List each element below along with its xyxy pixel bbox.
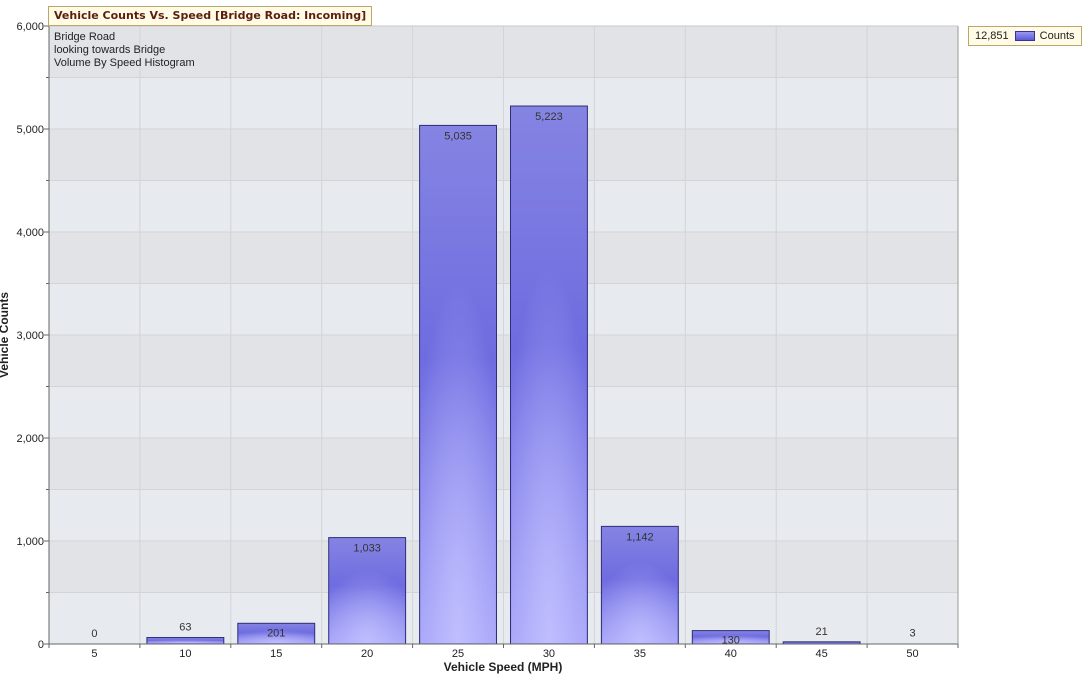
- data-label: 1,142: [626, 531, 654, 543]
- data-label: 21: [816, 626, 828, 638]
- x-tick-label: 30: [543, 648, 555, 660]
- x-tick-label: 40: [725, 648, 737, 660]
- data-label: 3: [909, 628, 915, 640]
- y-tick-label: 1,000: [16, 536, 44, 548]
- x-tick-label: 20: [361, 648, 373, 660]
- x-tick-label: 45: [816, 648, 828, 660]
- data-label: 5,223: [535, 111, 563, 123]
- data-label: 5,035: [444, 130, 472, 142]
- y-tick-label: 3,000: [16, 330, 44, 342]
- x-tick-label: 5: [91, 648, 97, 660]
- x-tick-label: 50: [906, 648, 918, 660]
- x-tick-label: 10: [179, 648, 191, 660]
- y-tick-label: 6,000: [16, 21, 44, 33]
- data-label: 201: [267, 627, 285, 639]
- chart-title: Vehicle Counts Vs. Speed [Bridge Road: I…: [48, 6, 373, 26]
- y-tick-label: 4,000: [16, 227, 44, 239]
- x-tick-label: 25: [452, 648, 464, 660]
- bar-highlight: [420, 126, 496, 643]
- bar-highlight: [147, 638, 223, 643]
- y-axis-title: Vehicle Counts: [0, 292, 11, 378]
- data-label: 0: [91, 628, 97, 640]
- y-tick-label: 5,000: [16, 124, 44, 136]
- x-axis-title: Vehicle Speed (MPH): [444, 660, 563, 674]
- bar-highlight: [511, 107, 587, 643]
- chart: 0 1,000 2,000 3,000 4,000 5,000 6,000 5 10 15 20 25…: [0, 21, 959, 674]
- y-tick-label: 2,000: [16, 433, 44, 445]
- y-tick-label: 0: [38, 639, 44, 651]
- note-line-2: looking towards Bridge: [54, 44, 165, 56]
- note-line-1: Bridge Road: [54, 31, 115, 43]
- x-tick-label: 35: [634, 648, 646, 660]
- legend: 12,851 Counts: [968, 26, 1082, 46]
- legend-swatch: [1014, 31, 1035, 42]
- x-tick-label: 15: [270, 648, 282, 660]
- data-label: 130: [722, 635, 740, 647]
- bar-highlight: [602, 527, 678, 643]
- legend-total: 12,851: [975, 30, 1009, 43]
- data-label: 63: [179, 622, 191, 634]
- legend-label: Counts: [1039, 30, 1075, 43]
- note-line-3: Volume By Speed Histogram: [54, 57, 195, 69]
- data-label: 1,033: [353, 543, 381, 555]
